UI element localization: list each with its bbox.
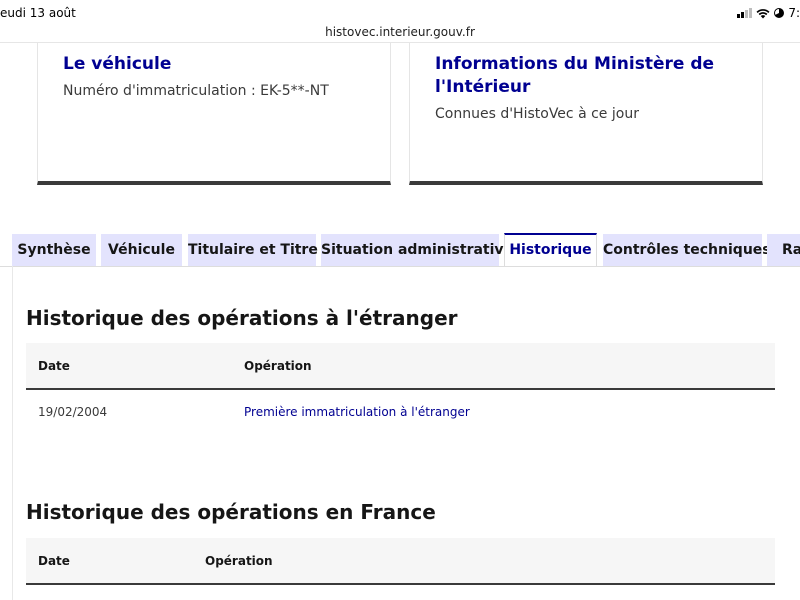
tab-titulaire-titre[interactable]: Titulaire et Titre [188, 234, 318, 266]
cellular-signal-icon [737, 8, 753, 18]
vehicle-card: Le véhicule Numéro d'immatriculation : E… [37, 43, 391, 185]
ministere-card-title-line1: Informations du Ministère de [435, 54, 715, 74]
tab-controles-techniques[interactable]: Contrôles techniques [603, 234, 771, 266]
column-header-operation: Opération [205, 554, 273, 568]
status-bar: eudi 13 août 7: [0, 0, 800, 24]
address-bar[interactable]: histovec.interieur.gouv.fr [0, 22, 800, 42]
tab-vehicule[interactable]: Véhicule [101, 234, 182, 266]
status-date: eudi 13 août [0, 6, 76, 20]
france-history-table-header: Date Opération [26, 538, 775, 585]
vehicle-registration-text: Numéro d'immatriculation : EK-5**-NT [63, 83, 329, 99]
column-header-operation: Opération [244, 359, 312, 373]
tab-synthese[interactable]: Synthèse [12, 234, 96, 266]
ministere-card-title-line2: l'Intérieur [435, 77, 531, 97]
tab-panel-border [12, 266, 13, 600]
tab-historique[interactable]: Historique [504, 233, 597, 267]
status-icons: 7: [737, 6, 800, 20]
wifi-icon [756, 8, 770, 19]
foreign-history-title: Historique des opérations à l'étranger [26, 306, 458, 330]
foreign-history-table-header: Date Opération [26, 343, 775, 390]
ministere-card: Informations du Ministère de l'Intérieur… [409, 43, 763, 185]
column-header-date: Date [38, 554, 70, 568]
ministere-card-text: Connues d'HistoVec à ce jour [435, 106, 639, 122]
tabs-divider [0, 266, 800, 267]
tab-situation-administrative[interactable]: Situation administrative [321, 234, 513, 266]
column-header-date: Date [38, 359, 70, 373]
tab-rapport[interactable]: Rap [767, 234, 800, 266]
status-time: 7: [788, 6, 800, 20]
address-bar-url: histovec.interieur.gouv.fr [325, 25, 475, 39]
row-date: 19/02/2004 [38, 405, 108, 419]
tab-list: Synthèse Véhicule Titulaire et Titre Sit… [0, 233, 800, 267]
battery-icon [774, 7, 785, 19]
france-history-title: Historique des opérations en France [26, 500, 436, 524]
row-operation: Première immatriculation à l'étranger [244, 405, 470, 419]
vehicle-card-title: Le véhicule [63, 54, 172, 74]
